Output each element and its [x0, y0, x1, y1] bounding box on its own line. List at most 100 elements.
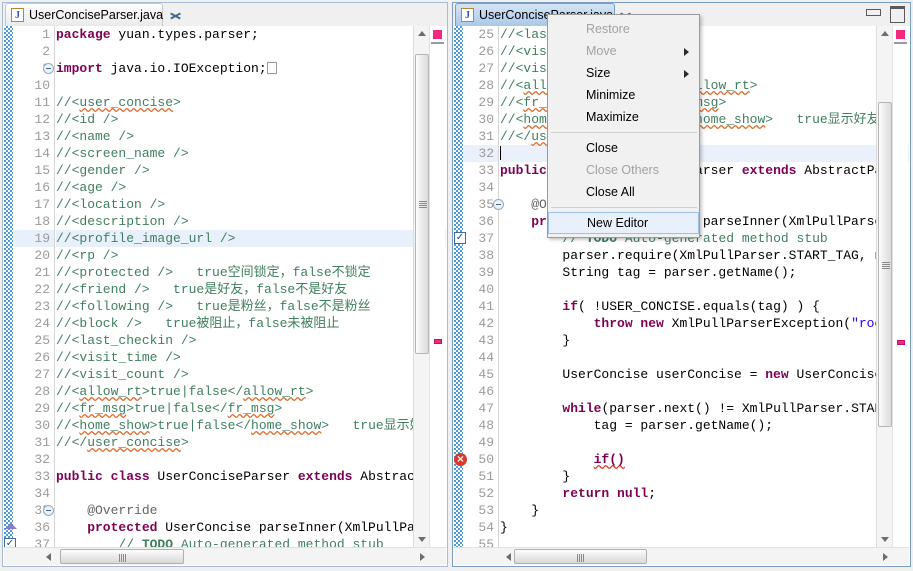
- code-line[interactable]: //<home_show>true|false</home_show> true…: [56, 417, 446, 434]
- overview-warning-marker[interactable]: [897, 340, 905, 345]
- code-token: public class: [56, 469, 158, 484]
- code-line[interactable]: //</user_concise>: [56, 434, 446, 451]
- scroll-right-arrow-icon[interactable]: [414, 548, 430, 565]
- left-hscroll-thumb[interactable]: [60, 549, 184, 564]
- menu-item-size[interactable]: Size: [548, 62, 699, 84]
- todo-task-marker-icon[interactable]: ✓: [454, 232, 466, 244]
- close-icon[interactable]: [170, 10, 181, 21]
- right-vscroll-thumb[interactable]: [878, 102, 892, 427]
- code-line[interactable]: [56, 43, 446, 60]
- menu-item-new-editor[interactable]: New Editor: [548, 212, 699, 234]
- scroll-down-arrow-icon[interactable]: [414, 532, 430, 547]
- code-token: //<last_checkin />: [56, 333, 197, 348]
- left-vertical-scrollbar[interactable]: [413, 26, 429, 547]
- left-vscroll-thumb[interactable]: [415, 54, 429, 354]
- overview-error-marker[interactable]: [433, 30, 442, 39]
- scroll-up-arrow-icon[interactable]: [414, 26, 430, 41]
- code-line[interactable]: //<visit_count />: [56, 366, 446, 383]
- code-line[interactable]: //<gender />: [56, 162, 446, 179]
- code-line[interactable]: package yuan.types.parser;: [56, 26, 446, 43]
- menu-item-close[interactable]: Close: [548, 137, 699, 159]
- code-line[interactable]: parser.require(XmlPullParser.START_TAG, …: [500, 247, 909, 264]
- code-line[interactable]: while(parser.next() != XmlPullParser.STA…: [500, 400, 909, 417]
- scroll-left-arrow-icon[interactable]: [40, 548, 56, 565]
- menu-item-minimize[interactable]: Minimize: [548, 84, 699, 106]
- error-marker-icon[interactable]: ×: [454, 453, 467, 466]
- maximize-icon[interactable]: [889, 6, 905, 23]
- editor-tab-context-menu[interactable]: Restore Move Size Minimize Maximize Close Clos…: [547, 14, 700, 238]
- minimize-icon[interactable]: [865, 6, 881, 19]
- code-line[interactable]: if(): [500, 451, 909, 468]
- code-line[interactable]: [500, 434, 909, 451]
- fold-expand-icon[interactable]: [43, 63, 54, 74]
- left-code-text[interactable]: package yuan.types.parser; import java.i…: [56, 26, 446, 547]
- code-line[interactable]: //<user_concise>: [56, 94, 446, 111]
- code-line[interactable]: throw new XmlPullParserException("roo: [500, 315, 909, 332]
- right-hscroll-thumb[interactable]: [514, 549, 647, 564]
- code-token: java.io.IOException;: [110, 61, 267, 76]
- code-line[interactable]: //<screen_name />: [56, 145, 446, 162]
- code-line[interactable]: //<location />: [56, 196, 446, 213]
- code-token: package: [56, 27, 119, 42]
- code-line[interactable]: }: [500, 332, 909, 349]
- code-line[interactable]: //<age />: [56, 179, 446, 196]
- code-line[interactable]: [500, 536, 909, 547]
- code-line[interactable]: protected UserConcise parseInner(XmlPull…: [56, 519, 446, 536]
- menu-item-maximize[interactable]: Maximize: [548, 106, 699, 128]
- left-overview-ruler[interactable]: [429, 26, 445, 547]
- code-line[interactable]: //<protected /> true空间锁定，false不锁定: [56, 264, 446, 281]
- code-line[interactable]: public class UserConciseParser extends A…: [56, 468, 446, 485]
- right-overview-ruler[interactable]: [892, 26, 908, 547]
- code-line[interactable]: //<rp />: [56, 247, 446, 264]
- code-line[interactable]: //<block /> true被阻止，false未被阻止: [56, 315, 446, 332]
- left-editor-body[interactable]: 1231011121314151617181920212223242526272…: [4, 26, 446, 565]
- collapsed-import-box[interactable]: [266, 62, 277, 74]
- code-line[interactable]: //<visit_time />: [56, 349, 446, 366]
- override-marker-icon[interactable]: [5, 523, 17, 529]
- scroll-right-arrow-icon[interactable]: [877, 548, 893, 565]
- tab-label: UserConciseParser.java: [29, 8, 164, 22]
- code-line[interactable]: if( !USER_CONCISE.equals(tag) ) {: [500, 298, 909, 315]
- overview-error-marker[interactable]: [896, 30, 905, 39]
- code-line[interactable]: [500, 349, 909, 366]
- code-line[interactable]: //<last_checkin />: [56, 332, 446, 349]
- left-line-number-gutter[interactable]: 1231011121314151617181920212223242526272…: [4, 26, 55, 547]
- left-horizontal-scrollbar[interactable]: [4, 547, 446, 565]
- code-line[interactable]: tag = parser.getName();: [500, 417, 909, 434]
- code-line[interactable]: //<profile_image_url />: [56, 230, 446, 247]
- menu-item-close-all[interactable]: Close All: [548, 181, 699, 203]
- code-line[interactable]: //<friend /> true是好友，false不是好友: [56, 281, 446, 298]
- line-number: 17: [34, 197, 50, 212]
- tab-userconciseparser-left[interactable]: J UserConciseParser.java: [5, 3, 163, 26]
- code-line[interactable]: //<following /> true是粉丝，false不是粉丝: [56, 298, 446, 315]
- code-line[interactable]: }: [500, 502, 909, 519]
- code-line[interactable]: [56, 485, 446, 502]
- code-line[interactable]: UserConcise userConcise = new UserConcis…: [500, 366, 909, 383]
- code-line[interactable]: }: [500, 519, 909, 536]
- code-line[interactable]: //<description />: [56, 213, 446, 230]
- code-line[interactable]: return null;: [500, 485, 909, 502]
- line-number: 30: [34, 418, 50, 433]
- overview-warning-marker[interactable]: [434, 339, 442, 344]
- code-line[interactable]: // TODO Auto-generated method stub: [56, 536, 446, 547]
- code-line[interactable]: @Override: [56, 502, 446, 519]
- code-line[interactable]: [56, 451, 446, 468]
- code-line[interactable]: [500, 281, 909, 298]
- code-line[interactable]: //<fr_msg>true|false</fr_msg>: [56, 400, 446, 417]
- todo-task-marker-icon[interactable]: ✓: [4, 538, 16, 547]
- scroll-down-arrow-icon[interactable]: [877, 532, 893, 547]
- code-line[interactable]: import java.io.IOException;: [56, 60, 446, 77]
- scroll-up-arrow-icon[interactable]: [877, 26, 893, 41]
- code-line[interactable]: //<allow_rt>true|false</allow_rt>: [56, 383, 446, 400]
- right-vertical-scrollbar[interactable]: [876, 26, 892, 547]
- left-code-area[interactable]: 1231011121314151617181920212223242526272…: [4, 26, 446, 547]
- fold-collapse-icon[interactable]: [43, 505, 54, 516]
- code-line[interactable]: //<name />: [56, 128, 446, 145]
- code-line[interactable]: [56, 77, 446, 94]
- code-line[interactable]: String tag = parser.getName();: [500, 264, 909, 281]
- code-line[interactable]: //<id />: [56, 111, 446, 128]
- code-line[interactable]: [500, 383, 909, 400]
- right-line-number-gutter[interactable]: 25 26 27 28 29 30 31 32 33 34 35 36 37 ✓ 38 39 40 41 42 43 4…: [454, 26, 504, 547]
- right-horizontal-scrollbar[interactable]: [454, 547, 909, 565]
- code-line[interactable]: }: [500, 468, 909, 485]
